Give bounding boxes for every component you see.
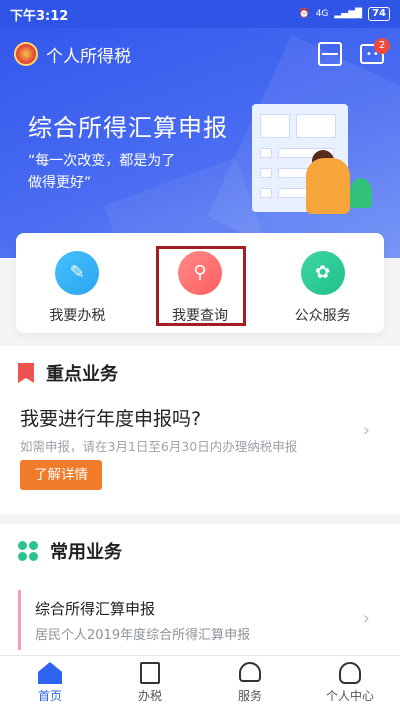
chevron-right-icon[interactable]: ›	[363, 420, 370, 441]
bookmark-star-icon	[18, 363, 34, 383]
action-public-service[interactable]: ✿ 公众服务	[261, 233, 384, 333]
hero-title: 综合所得汇算申报	[28, 114, 228, 142]
section-title: 重点业务	[46, 364, 118, 385]
action-label: 我要办税	[49, 308, 106, 324]
hero-subtitle: “每一次改变，都是为了做得更好”	[28, 153, 176, 191]
tax-emblem-logo	[14, 42, 38, 66]
nav-service[interactable]: 服务	[200, 656, 300, 711]
status-indicators: ⏰ 4G ▂▄▆█ 74	[298, 7, 390, 21]
document-icon	[138, 662, 162, 684]
section-header: 常用业务	[18, 538, 122, 564]
action-label: 公众服务	[294, 308, 351, 324]
nav-tax[interactable]: 办税	[100, 656, 200, 711]
heart-hand-icon	[238, 662, 262, 684]
section-title: 常用业务	[50, 542, 122, 563]
chevron-right-icon: ›	[362, 608, 370, 629]
key-business-section: 重点业务 我要进行年度申报吗? 如需申报，请在3月1日至6月30日内办理纳税申报…	[0, 346, 400, 514]
list-item[interactable]: 综合所得汇算申报 居民个人2019年度综合所得汇算申报 ›	[18, 590, 382, 650]
annual-filing-question[interactable]: 我要进行年度申报吗?	[20, 404, 201, 431]
flower-icon: ✿	[300, 251, 345, 295]
action-file-tax[interactable]: ✎ 我要办税	[16, 233, 139, 333]
status-time: 下午3:12	[10, 8, 69, 24]
nav-label: 首页	[37, 689, 62, 703]
scan-icon[interactable]	[318, 42, 342, 66]
section-header: 重点业务	[18, 360, 118, 386]
app-title: 个人所得税	[46, 46, 131, 67]
nav-label: 办税	[137, 689, 162, 703]
annual-filing-hint: 如需申报，请在3月1日至6月30日内办理纳税申报	[20, 439, 298, 454]
list-item-subtitle: 居民个人2019年度综合所得汇算申报	[35, 628, 251, 643]
clover-icon	[18, 541, 38, 561]
learn-more-button[interactable]: 了解详情	[20, 460, 102, 490]
message-badge: 2	[374, 38, 390, 54]
illustration-plant	[350, 178, 372, 208]
common-business-section: 常用业务 综合所得汇算申报 居民个人2019年度综合所得汇算申报 ›	[0, 524, 400, 655]
highlight-box	[156, 246, 246, 326]
home-icon	[38, 662, 62, 684]
alarm-icon: ⏰	[298, 9, 310, 19]
app-header: 个人所得税 ••• 2	[0, 28, 400, 80]
bottom-navigation: 首页 办税 服务 个人中心	[0, 655, 400, 711]
network-label: 4G	[315, 9, 329, 19]
list-item-title: 综合所得汇算申报	[35, 600, 156, 618]
nav-profile[interactable]: 个人中心	[300, 656, 400, 711]
illustration-person	[306, 158, 350, 214]
pencil-icon: ✎	[55, 251, 100, 295]
battery-level: 74	[368, 7, 390, 21]
signal-icon: ▂▄▆█	[334, 9, 363, 19]
nav-label: 服务	[237, 689, 262, 703]
nav-home[interactable]: 首页	[0, 656, 100, 711]
user-icon	[338, 662, 362, 684]
nav-label: 个人中心	[325, 689, 374, 703]
status-bar: 下午3:12 ⏰ 4G ▂▄▆█ 74	[0, 0, 400, 28]
